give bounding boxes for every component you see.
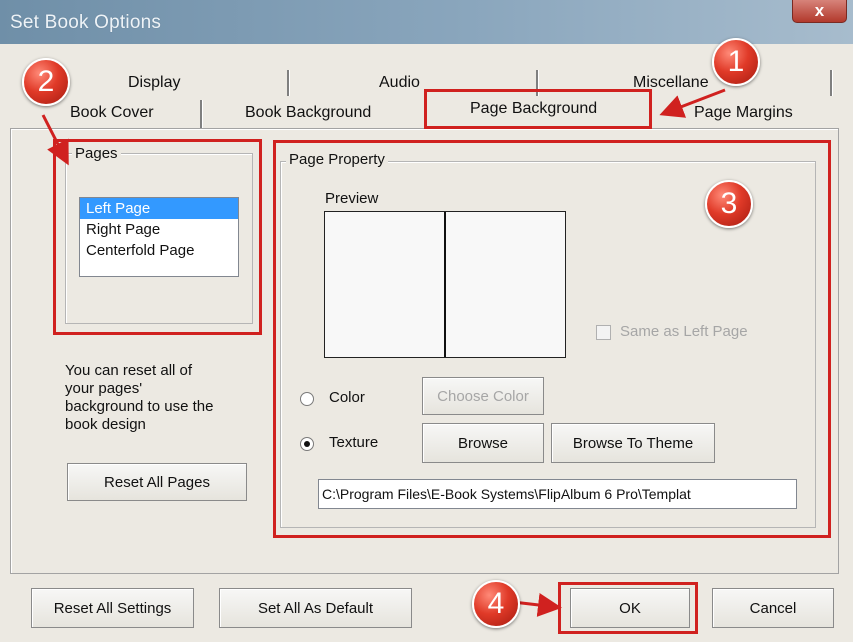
set-book-options-dialog: Set Book Options x Display Audio Miscell… bbox=[0, 0, 853, 642]
arrow-1 bbox=[659, 88, 726, 118]
annotation-badge-3: 3 bbox=[705, 180, 753, 228]
annotation-badge-1: 1 bbox=[712, 38, 760, 86]
annotation-badge-2: 2 bbox=[22, 58, 70, 106]
arrow-2 bbox=[41, 114, 69, 166]
annotation-arrows bbox=[41, 88, 726, 617]
annotation-badge-4: 4 bbox=[472, 580, 520, 628]
